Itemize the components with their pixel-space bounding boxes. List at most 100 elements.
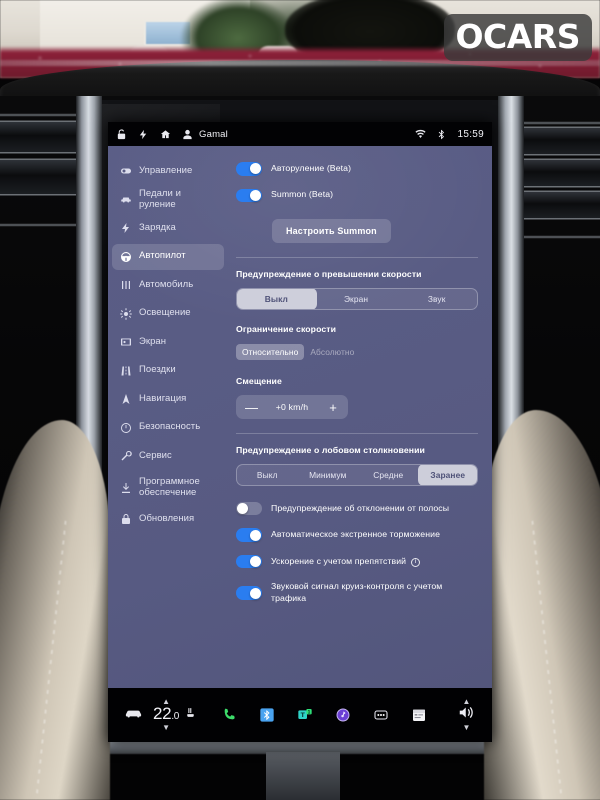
car-icon — [120, 194, 132, 206]
speed-warning-option-screen[interactable]: Экран — [316, 289, 397, 309]
sidebar-item-label: Управление — [139, 164, 193, 176]
air-vent-left — [0, 114, 84, 226]
sidebar-item-avtopilot[interactable]: Автопилот — [112, 243, 224, 270]
divider — [236, 257, 478, 258]
sidebar-item-poezdki[interactable]: Поездки — [112, 358, 224, 384]
speed-limit-option-relative[interactable]: Относительно — [236, 344, 305, 361]
sidebar-item-avtomobil[interactable]: Автомобиль — [112, 272, 224, 298]
offset-increase-button[interactable]: + — [327, 401, 339, 414]
sidebar-item-label: Навигация — [139, 392, 187, 404]
sun-icon — [120, 307, 132, 320]
sidebar-item-label: Обновления — [139, 512, 195, 524]
autosteer-toggle[interactable] — [236, 162, 262, 176]
sidebar-item-pedali-i-rulenie[interactable]: Педали и руление — [112, 187, 224, 213]
collision-warning-segmented[interactable]: Выкл Минимум Средне Заранее — [236, 463, 478, 486]
profile-name[interactable]: Gamal — [199, 129, 228, 140]
info-icon[interactable]: i — [411, 557, 421, 567]
sliders-icon — [120, 279, 132, 291]
media-icon[interactable] — [335, 707, 351, 723]
autosteer-label: Авторуление (Beta) — [271, 162, 352, 173]
road-icon — [120, 365, 132, 377]
sidebar-item-ekran[interactable]: Экран — [112, 329, 224, 355]
speed-limit-option-absolute[interactable]: Абсолютно — [304, 347, 360, 357]
settings-sidebar: Управление Педали и руление Зарядка Авто… — [108, 146, 230, 688]
sidebar-item-label: Освещение — [139, 307, 191, 319]
chevron-down-icon[interactable]: ▼ — [162, 724, 170, 732]
sidebar-item-navigaciya[interactable]: Навигация — [112, 386, 224, 412]
volume-control[interactable]: ▲ ▼ — [457, 698, 476, 732]
emergency-braking-label: Автоматическое экстренное торможение — [271, 529, 441, 540]
seat-heater-icon[interactable] — [184, 706, 197, 724]
offset-stepper[interactable]: — +0 km/h + — [236, 395, 348, 420]
seat-left — [0, 420, 110, 800]
sidebar-item-upravlenie[interactable]: Управление — [112, 158, 224, 184]
sidebar-item-zaryadka[interactable]: Зарядка — [112, 215, 224, 241]
bolt-icon — [120, 222, 132, 234]
configure-summon-button[interactable]: Настроить Summon — [272, 219, 391, 243]
settings-content: Авторуление (Beta) Summon (Beta) Настрои… — [230, 146, 492, 688]
lane-departure-toggle[interactable] — [236, 501, 262, 516]
sidebar-item-label: Программное обеспечение — [139, 475, 200, 498]
summon-row[interactable]: Summon (Beta) — [236, 188, 478, 202]
sidebar-item-servis[interactable]: Сервис — [112, 443, 224, 469]
charge-bolt-icon[interactable] — [138, 129, 149, 140]
autosteer-row[interactable]: Авторуление (Beta) — [236, 162, 478, 176]
phone-icon[interactable] — [221, 707, 237, 723]
car-icon[interactable] — [124, 706, 143, 724]
status-bar: Gamal 15:59 — [108, 122, 492, 146]
speed-warning-option-off[interactable]: Выкл — [237, 288, 317, 309]
collision-option-min[interactable]: Минимум — [298, 465, 359, 485]
speed-warning-option-sound[interactable]: Звук — [396, 289, 477, 309]
speed-warning-segmented[interactable]: Выкл Экран Звук — [236, 287, 478, 310]
volume-icon[interactable] — [457, 705, 476, 725]
sidebar-item-label: Сервис — [139, 449, 172, 461]
sidebar-item-bezopasnost[interactable]: Безопасность — [112, 415, 224, 441]
emergency-braking-toggle[interactable] — [236, 528, 262, 542]
sidebar-item-obnovleniya[interactable]: Обновления — [112, 506, 224, 532]
bluetooth-icon[interactable] — [436, 129, 447, 140]
lane-departure-label: Предупреждение об отклонении от полосы — [271, 502, 450, 513]
lock-icon — [120, 513, 132, 525]
lane-departure-row[interactable]: Предупреждение об отклонении от полосы — [236, 501, 478, 516]
dots-icon[interactable] — [373, 707, 389, 723]
chevron-down-icon[interactable]: ▼ — [463, 724, 471, 732]
sidebar-item-programmnoe-obespechenie[interactable]: Программное обеспечение — [112, 472, 224, 504]
tidal-icon[interactable]: T1 — [297, 707, 313, 723]
bluetooth-icon[interactable] — [259, 707, 275, 723]
svg-text:1: 1 — [308, 710, 311, 716]
temperature-control[interactable]: ▲ 22.0 ▼ — [153, 698, 180, 732]
temperature-value: 22.0 — [153, 704, 180, 723]
cruise-chime-toggle[interactable] — [236, 586, 262, 600]
photo-background: Gamal 15:59 Управление Педали и руление … — [0, 0, 600, 800]
user-icon[interactable] — [182, 129, 193, 140]
sidebar-item-label: Автопилот — [139, 250, 186, 262]
sidebar-item-label: Зарядка — [139, 221, 176, 233]
seat-right — [484, 410, 600, 800]
obstacle-acceleration-row[interactable]: Ускорение с учетом препятствий i — [236, 554, 478, 569]
tesla-touchscreen[interactable]: Gamal 15:59 Управление Педали и руление … — [108, 122, 492, 742]
ocars-watermark: OCARS — [443, 14, 592, 61]
collision-option-early[interactable]: Заранее — [417, 464, 477, 485]
wifi-icon[interactable] — [415, 129, 427, 140]
summon-label: Summon (Beta) — [271, 189, 334, 200]
sidebar-item-label: Автомобиль — [139, 278, 194, 290]
emergency-braking-row[interactable]: Автоматическое экстренное торможение — [236, 528, 478, 542]
display-icon — [120, 336, 132, 348]
sidebar-item-label: Поездки — [139, 364, 176, 376]
calendar-icon[interactable] — [411, 707, 427, 723]
collision-option-off[interactable]: Выкл — [237, 465, 298, 485]
sidebar-item-osveshchenie[interactable]: Освещение — [112, 301, 224, 327]
cruise-chime-label: Звуковой сигнал круиз-контроля с учетом … — [271, 581, 443, 604]
speed-limit-segmented[interactable]: Относительно Абсолютно — [236, 342, 478, 362]
cruise-chime-row[interactable]: Звуковой сигнал круиз-контроля с учетом … — [236, 581, 478, 604]
collision-option-medium[interactable]: Средне — [358, 465, 419, 485]
clock: 15:59 — [457, 128, 484, 140]
sidebar-item-label: Экран — [139, 335, 167, 347]
summon-toggle[interactable] — [236, 188, 262, 202]
home-icon[interactable] — [160, 129, 171, 140]
unlocked-icon[interactable] — [116, 128, 127, 140]
obstacle-acceleration-toggle[interactable] — [236, 554, 262, 569]
wrench-icon — [120, 450, 132, 462]
speed-limit-title: Ограничение скорости — [236, 323, 337, 334]
offset-decrease-button[interactable]: — — [245, 401, 258, 414]
